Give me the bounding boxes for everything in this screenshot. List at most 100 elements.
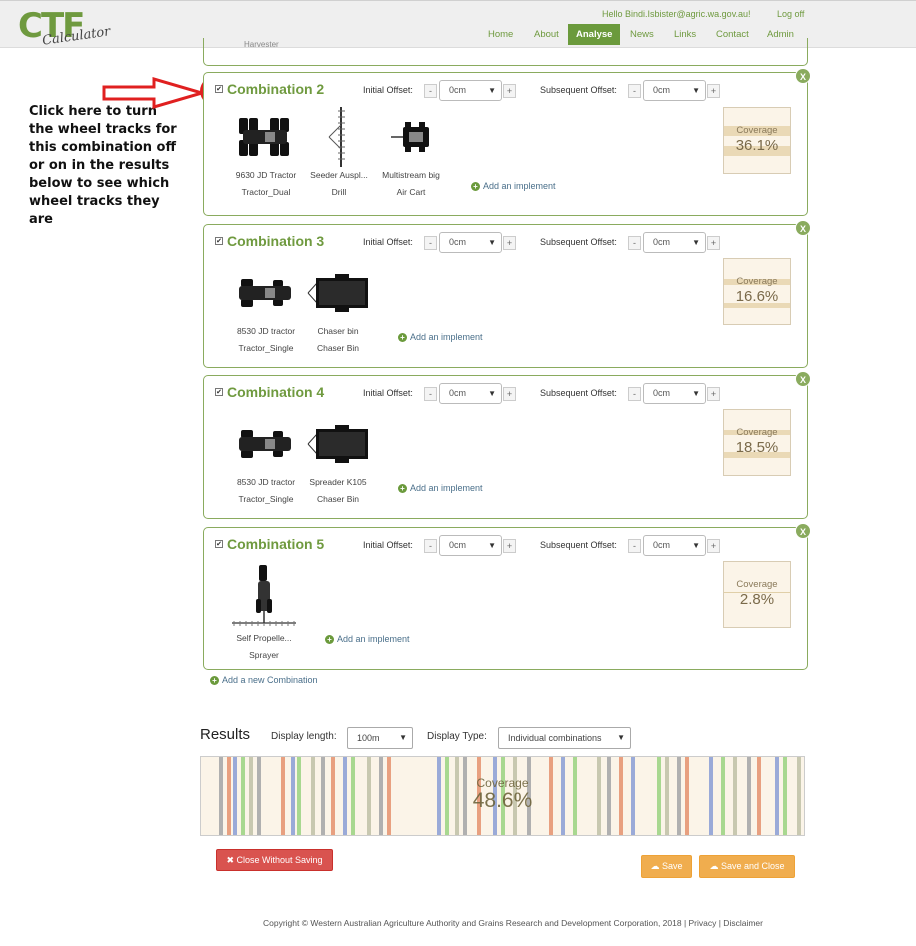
implement-type: Tractor_Single	[238, 343, 294, 353]
implement-card[interactable]: Multistream big Air Cart	[376, 107, 446, 201]
subsequent-offset-decrement[interactable]: -	[628, 539, 641, 553]
initial-offset-increment[interactable]: +	[503, 387, 516, 401]
initial-offset-value: 0cm	[449, 237, 467, 247]
combination-3-title: Combination 3	[227, 233, 325, 249]
results-coverage-label: Coverage	[476, 776, 529, 790]
initial-offset-increment[interactable]: +	[503, 539, 516, 553]
footer-copyright: Copyright © Western Australian Agricultu…	[0, 918, 916, 928]
save-button[interactable]: ☁ Save	[641, 855, 692, 878]
add-implement-link[interactable]: + Add an implement	[398, 483, 483, 493]
implement-name: Seeder Auspl...	[310, 170, 368, 180]
combination-panel-2: X ✔ Combination 2 Initial Offset: - 0cm ▼…	[203, 68, 811, 216]
combination-3-checkbox[interactable]: ✔	[215, 237, 223, 245]
subsequent-offset-decrement[interactable]: -	[628, 84, 641, 98]
initial-offset-increment[interactable]: +	[503, 236, 516, 250]
subsequent-offset-increment[interactable]: +	[707, 236, 720, 250]
display-length-label: Display length:	[271, 731, 337, 742]
subsequent-offset-select[interactable]: 0cm ▼	[643, 535, 706, 556]
implement-card[interactable]: Chaser bin Chaser Bin	[304, 263, 372, 357]
display-length-select[interactable]: 100m ▼	[347, 727, 413, 749]
close-without-saving-button[interactable]: ✖ Close Without Saving	[216, 849, 333, 871]
plus-circle-icon: +	[325, 635, 334, 644]
remove-combination-5-button[interactable]: X	[795, 523, 811, 539]
combination-2-title: Combination 2	[227, 81, 325, 97]
initial-offset-value: 0cm	[449, 85, 467, 95]
chaser-bin-icon	[307, 425, 368, 463]
logoff-link[interactable]: Log off	[777, 9, 804, 19]
air-cart-icon	[391, 122, 429, 152]
initial-offset-select[interactable]: 0cm ▼	[439, 535, 502, 556]
chevron-down-icon: ▼	[488, 86, 496, 95]
results-title: Results	[200, 726, 251, 743]
coverage-label: Coverage	[736, 125, 778, 136]
initial-offset-decrement[interactable]: -	[424, 387, 437, 401]
implement-card[interactable]: Spreader K105 Chaser Bin	[304, 414, 372, 508]
subsequent-offset-increment[interactable]: +	[707, 387, 720, 401]
subsequent-offset-label: Subsequent Offset:	[540, 388, 617, 398]
implement-card[interactable]: 8530 JD tractor Tractor_Single	[226, 263, 306, 357]
add-implement-label: Add an implement	[483, 181, 556, 191]
coverage-value: 16.6%	[735, 288, 779, 305]
plus-circle-icon: +	[398, 484, 407, 493]
subsequent-offset-increment[interactable]: +	[707, 539, 720, 553]
add-implement-label: Add an implement	[337, 634, 410, 644]
add-implement-link[interactable]: + Add an implement	[398, 332, 483, 342]
implement-card[interactable]: 9630 JD Tractor Tractor_Dual	[226, 107, 306, 201]
dual-tractor-icon	[239, 118, 289, 156]
display-type-select[interactable]: Individual combinations ▼	[498, 727, 631, 749]
close-without-saving-label: Close Without Saving	[236, 855, 323, 865]
initial-offset-select[interactable]: 0cm ▼	[439, 232, 502, 253]
coverage-label: Coverage	[736, 427, 778, 438]
combination-panel-4: X ✔ Combination 4 Initial Offset: - 0cm ▼…	[203, 371, 811, 519]
add-implement-link[interactable]: + Add an implement	[471, 181, 556, 191]
coverage-value: 36.1%	[735, 137, 779, 154]
combination-5-checkbox[interactable]: ✔	[215, 540, 223, 548]
save-and-close-button[interactable]: ☁ Save and Close	[699, 855, 795, 878]
subsequent-offset-increment[interactable]: +	[707, 84, 720, 98]
chevron-down-icon: ▼	[399, 733, 407, 742]
initial-offset-decrement[interactable]: -	[424, 84, 437, 98]
ctf-calculator-logo[interactable]: CTF Calculator	[18, 7, 111, 49]
implement-card[interactable]: Seeder Auspl... Drill	[304, 107, 374, 201]
coverage-box: Coverage 18.5%	[723, 409, 791, 476]
initial-offset-select[interactable]: 0cm ▼	[439, 383, 502, 404]
initial-offset-decrement[interactable]: -	[424, 539, 437, 553]
initial-offset-label: Initial Offset:	[363, 388, 413, 398]
initial-offset-increment[interactable]: +	[503, 84, 516, 98]
sprayer-icon	[232, 565, 296, 626]
subsequent-offset-select[interactable]: 0cm ▼	[643, 232, 706, 253]
previous-panel-text: Harvester	[244, 40, 279, 49]
subsequent-offset-select[interactable]: 0cm ▼	[643, 80, 706, 101]
plus-circle-icon: +	[471, 182, 480, 191]
add-implement-link[interactable]: + Add an implement	[325, 634, 410, 644]
remove-combination-4-button[interactable]: X	[795, 371, 811, 387]
chevron-down-icon: ▼	[488, 238, 496, 247]
implement-card[interactable]: Self Propelle... Sprayer	[228, 560, 300, 664]
subsequent-offset-decrement[interactable]: -	[628, 236, 641, 250]
combination-2-checkbox[interactable]: ✔	[215, 85, 223, 93]
remove-combination-3-button[interactable]: X	[795, 220, 811, 236]
subsequent-offset-value: 0cm	[653, 540, 671, 550]
chevron-down-icon: ▼	[617, 733, 625, 742]
combination-4-title: Combination 4	[227, 384, 325, 400]
subsequent-offset-label: Subsequent Offset:	[540, 237, 617, 247]
user-greeting: Hello Bindi.Isbister@agric.wa.gov.au!	[602, 9, 751, 19]
implement-card[interactable]: 8530 JD tractor Tractor_Single	[226, 414, 306, 508]
subsequent-offset-select[interactable]: 0cm ▼	[643, 383, 706, 404]
combination-4-checkbox[interactable]: ✔	[215, 388, 223, 396]
add-implement-label: Add an implement	[410, 483, 483, 493]
add-combination-link[interactable]: + Add a new Combination	[210, 675, 318, 685]
implement-name: 9630 JD Tractor	[235, 170, 297, 180]
cloud-upload-icon: ☁	[650, 861, 662, 871]
implement-name: 8530 JD tractor	[236, 326, 296, 336]
implement-type: Chaser Bin	[316, 343, 360, 353]
implement-name: Spreader K105	[309, 477, 367, 487]
initial-offset-value: 0cm	[449, 388, 467, 398]
chaser-bin-icon	[307, 274, 368, 312]
save-and-close-label: Save and Close	[720, 861, 785, 871]
tractor-icon	[239, 430, 291, 458]
initial-offset-decrement[interactable]: -	[424, 236, 437, 250]
subsequent-offset-decrement[interactable]: -	[628, 387, 641, 401]
remove-combination-2-button[interactable]: X	[795, 68, 811, 84]
initial-offset-select[interactable]: 0cm ▼	[439, 80, 502, 101]
